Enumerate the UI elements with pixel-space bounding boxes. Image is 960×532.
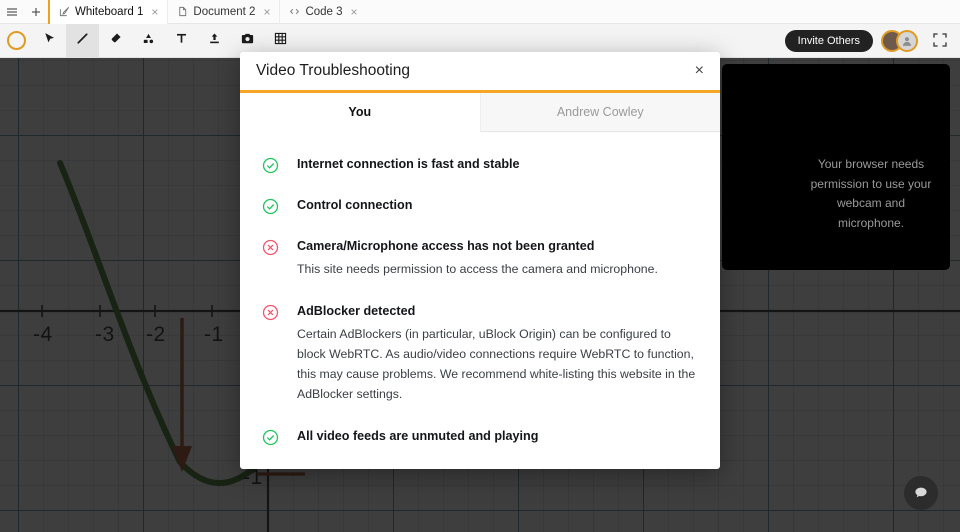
tool-upload[interactable]	[198, 24, 231, 58]
toolbar-right-group: Invite Others	[784, 29, 960, 52]
tab-code-3[interactable]: Code 3 ×	[280, 0, 366, 24]
pen-icon	[75, 31, 90, 51]
grid-icon	[273, 31, 288, 51]
diagnostic-item: Control connection	[240, 197, 720, 215]
camera-icon	[240, 31, 255, 51]
dialog-header: Video Troubleshooting ×	[240, 52, 720, 93]
tab-document-2[interactable]: Document 2 ×	[168, 0, 281, 24]
tab-you[interactable]: You	[240, 93, 480, 132]
tool-shapes[interactable]	[132, 24, 165, 58]
diagnostic-title: Camera/Microphone access has not been gr…	[297, 239, 595, 253]
cursor-arrow-icon	[42, 31, 57, 51]
tool-color-swatch[interactable]	[0, 24, 33, 58]
tab-whiteboard-1[interactable]: Whiteboard 1 ×	[48, 0, 169, 24]
participant-avatars	[881, 29, 918, 52]
avatar[interactable]	[896, 29, 918, 52]
diagnostic-description: This site needs permission to access the…	[297, 262, 658, 276]
diagnostic-item: Camera/Microphone access has not been gr…	[240, 238, 720, 280]
tab-label: Code 3	[305, 5, 343, 18]
hamburger-menu-icon[interactable]	[0, 0, 24, 24]
diagnostic-item: Internet connection is fast and stable	[240, 156, 720, 174]
check-circle-icon	[262, 157, 279, 174]
text-t-icon	[174, 31, 189, 51]
close-icon[interactable]: ×	[351, 5, 358, 19]
error-circle-icon	[262, 304, 279, 321]
diagnostic-title: All video feeds are unmuted and playing	[297, 428, 539, 443]
webcam-permission-message: Your browser needs permission to use you…	[810, 156, 932, 231]
dialog-tabs: You Andrew Cowley	[240, 93, 720, 132]
diagnostic-title: Control connection	[297, 198, 413, 212]
diagnostic-item: AdBlocker detected Certain AdBlockers (i…	[240, 303, 720, 405]
diagnostic-description: Certain AdBlockers (in particular, uBloc…	[297, 326, 696, 401]
close-icon[interactable]: ×	[151, 5, 158, 19]
diagnostics-list: Internet connection is fast and stable C…	[240, 132, 720, 469]
dialog-title: Video Troubleshooting	[256, 62, 410, 79]
invite-others-button[interactable]: Invite Others	[784, 29, 873, 52]
diagnostic-body: Internet connection is fast and stable	[279, 156, 520, 174]
video-troubleshooting-dialog: Video Troubleshooting × You Andrew Cowle…	[240, 52, 720, 469]
shapes-icon	[141, 31, 156, 51]
tab-label: Whiteboard 1	[75, 5, 144, 18]
plus-icon[interactable]	[24, 0, 48, 24]
local-video-tile[interactable]: Your browser needs permission to use you…	[722, 64, 950, 270]
chat-bubble-icon[interactable]	[904, 476, 938, 510]
diagnostic-item: All video feeds are unmuted and playing	[240, 428, 720, 446]
diagnostic-body: Camera/Microphone access has not been gr…	[279, 238, 658, 280]
tool-text[interactable]	[165, 24, 198, 58]
document-icon	[177, 6, 188, 17]
diagnostic-title: AdBlocker detected	[297, 303, 416, 318]
upload-icon	[207, 31, 222, 51]
error-circle-icon	[262, 239, 279, 256]
fullscreen-icon[interactable]	[932, 32, 950, 50]
tool-eraser[interactable]	[99, 24, 132, 58]
pencil-square-icon	[59, 6, 70, 17]
circle-ring-icon	[7, 31, 26, 50]
diagnostic-body: AdBlocker detected Certain AdBlockers (i…	[279, 303, 698, 405]
tool-pen[interactable]	[66, 23, 99, 58]
tool-select[interactable]	[33, 24, 66, 58]
check-circle-icon	[262, 198, 279, 215]
close-icon[interactable]: ×	[695, 63, 704, 79]
tab-andrew-cowley[interactable]: Andrew Cowley	[479, 93, 720, 132]
tab-label: Document 2	[193, 5, 256, 18]
close-icon[interactable]: ×	[263, 5, 270, 19]
check-circle-icon	[262, 429, 279, 446]
eraser-icon	[108, 31, 123, 51]
diagnostic-title: Internet connection is fast and stable	[297, 157, 520, 171]
browser-tab-bar: Whiteboard 1 × Document 2 × Code 3 ×	[0, 0, 960, 24]
code-brackets-icon	[289, 6, 300, 17]
diagnostic-body: All video feeds are unmuted and playing	[279, 428, 538, 446]
diagnostic-body: Control connection	[279, 197, 412, 215]
app-root: -4 -3 -2 -1 -1 Whiteboard 1 ×	[0, 0, 960, 532]
